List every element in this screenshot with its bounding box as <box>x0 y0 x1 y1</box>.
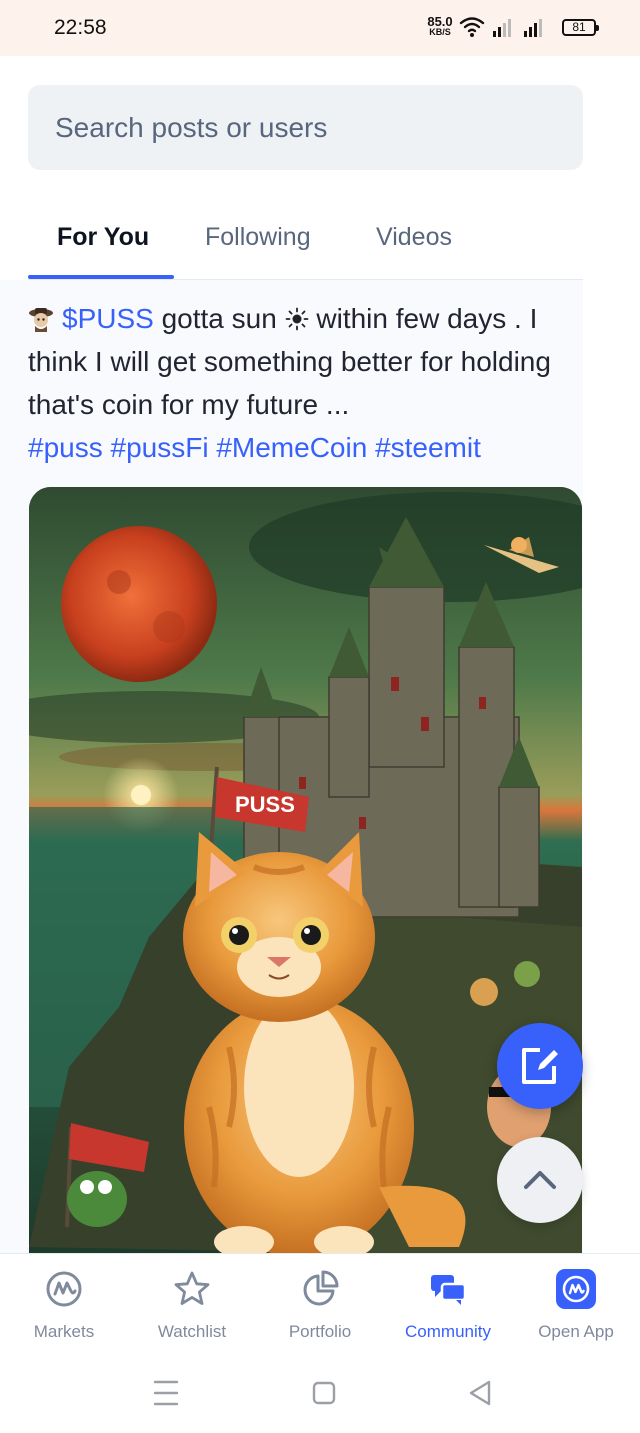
nav-label: Open App <box>538 1322 614 1341</box>
recent-apps-icon[interactable] <box>146 1378 186 1408</box>
network-speed: 85.0 KB/S <box>424 15 456 37</box>
wifi-icon <box>459 17 485 33</box>
post-image[interactable]: PUSS <box>29 487 582 1257</box>
back-icon[interactable] <box>461 1378 501 1408</box>
app-logo-icon <box>556 1269 596 1309</box>
post-text[interactable]: $PUSS gotta sun within few days . I thin… <box>28 297 588 469</box>
nav-markets[interactable]: Markets <box>0 1254 128 1354</box>
feed-tabs: For You Following Videos <box>28 205 583 280</box>
search-bar[interactable] <box>28 85 583 170</box>
user-avatar-icon[interactable] <box>28 306 54 332</box>
chevron-up-icon <box>524 1171 556 1189</box>
cell-signal-1-icon <box>493 19 511 37</box>
hashtag-link[interactable]: #pussFi <box>111 432 209 463</box>
nav-label: Community <box>405 1322 491 1341</box>
hashtag-link[interactable]: #puss <box>28 432 103 463</box>
tab-following[interactable]: Following <box>205 223 311 252</box>
status-bar: 22:58 85.0 KB/S 81 <box>0 0 640 56</box>
markets-icon <box>46 1271 82 1307</box>
post-illustration: PUSS <box>29 487 582 1257</box>
status-time: 22:58 <box>54 16 107 39</box>
flag-text: PUSS <box>235 792 295 817</box>
system-nav-bar <box>0 1353 640 1433</box>
tab-videos[interactable]: Videos <box>376 223 452 252</box>
nav-label: Markets <box>33 1322 95 1341</box>
nav-label: Portfolio <box>288 1322 352 1341</box>
post-text-part-1: gotta sun <box>153 303 285 334</box>
nav-watchlist[interactable]: Watchlist <box>128 1254 256 1354</box>
tab-for-you[interactable]: For You <box>57 223 149 252</box>
nav-label: Watchlist <box>157 1322 227 1341</box>
compose-post-button[interactable] <box>497 1023 583 1109</box>
cell-signal-2-icon <box>524 19 542 37</box>
home-icon[interactable] <box>304 1378 344 1408</box>
star-icon <box>174 1271 210 1305</box>
hashtag-link[interactable]: #MemeCoin <box>216 432 367 463</box>
nav-open-app[interactable]: Open App <box>512 1254 640 1354</box>
sun-icon <box>285 307 308 331</box>
search-input[interactable] <box>55 85 555 170</box>
scroll-to-top-button[interactable] <box>497 1137 583 1223</box>
hashtag-link[interactable]: #steemit <box>375 432 481 463</box>
edit-icon <box>522 1048 558 1084</box>
nav-community[interactable]: Community <box>384 1254 512 1354</box>
nav-portfolio[interactable]: Portfolio <box>256 1254 384 1354</box>
bottom-nav: Markets Watchlist Portfolio Community Op… <box>0 1253 640 1353</box>
network-speed-unit: KB/S <box>429 27 451 37</box>
pie-chart-icon <box>303 1270 339 1306</box>
signal-wifi-icons <box>459 17 542 37</box>
active-tab-indicator <box>28 275 174 279</box>
ticker-link[interactable]: $PUSS <box>62 303 154 334</box>
chat-icon <box>431 1275 467 1305</box>
battery-icon: 81 <box>562 19 599 36</box>
